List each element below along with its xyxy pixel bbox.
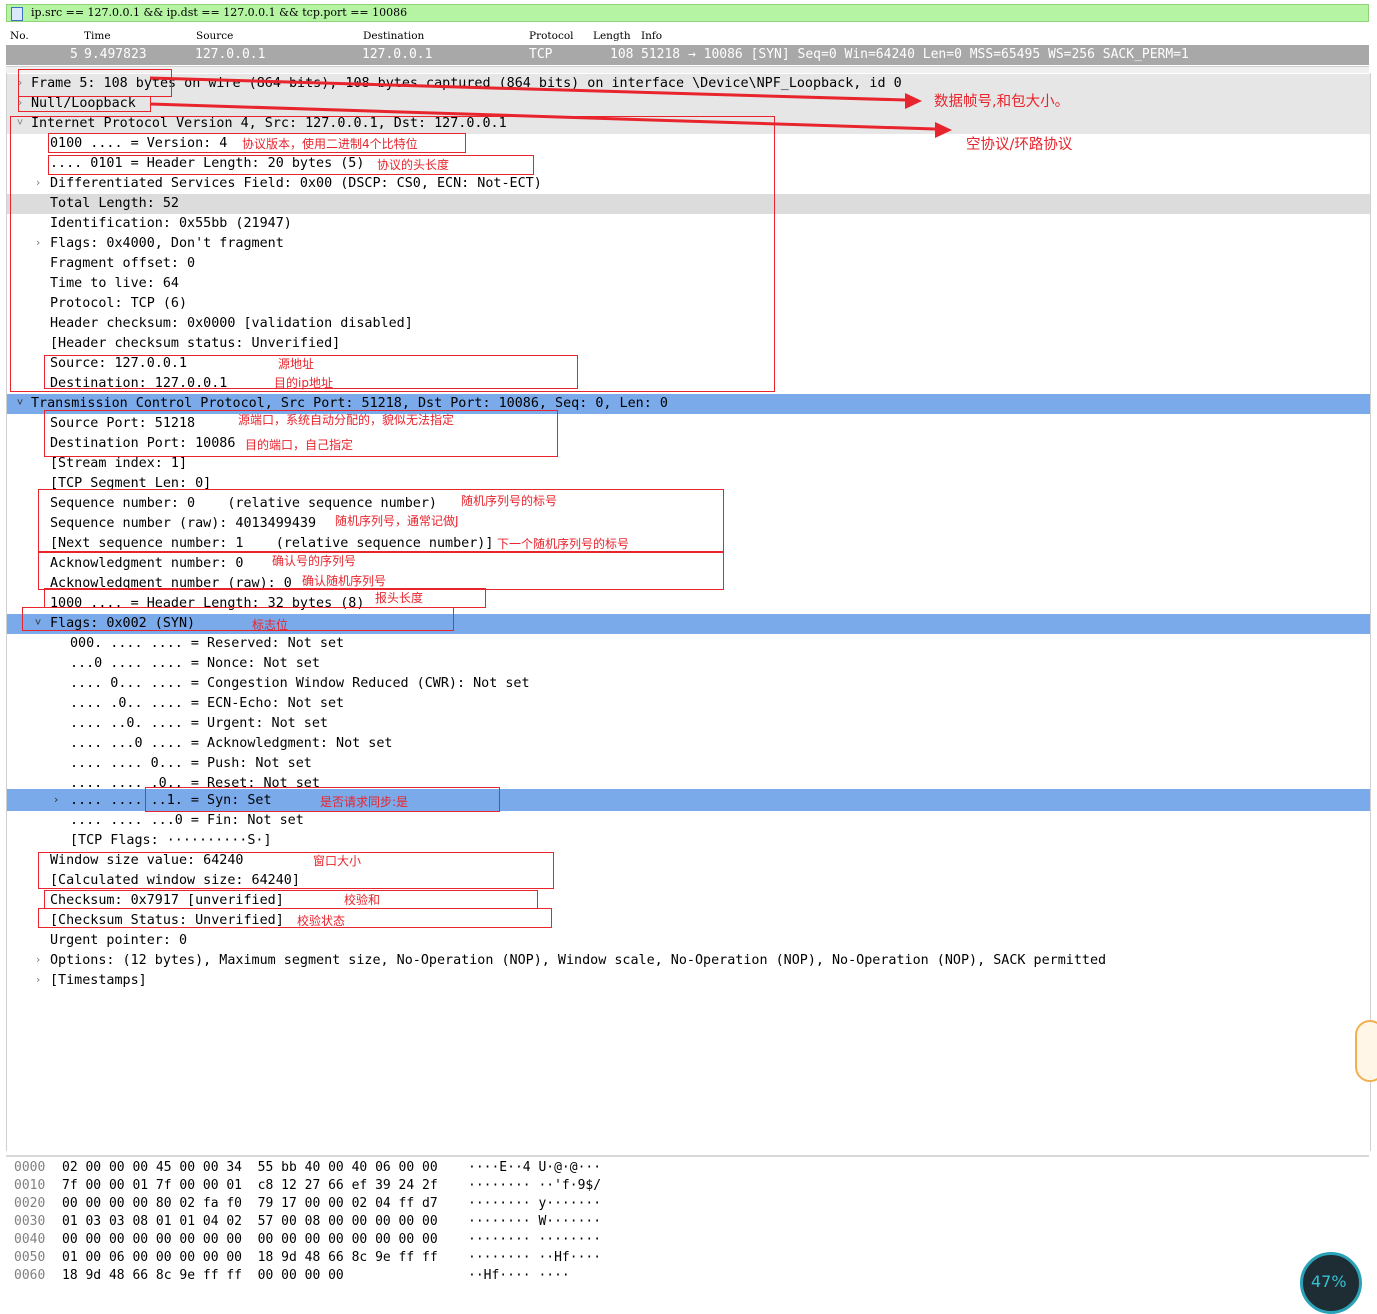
- note-dst: 目的ip地址: [274, 376, 333, 390]
- note-hdrlen: 报头长度: [375, 591, 424, 605]
- note-src: 源地址: [278, 357, 315, 371]
- note-null: 空协议/环路协议: [966, 137, 1073, 153]
- note-frame: 数据帧号,和包大小。: [934, 94, 1070, 110]
- note-cksum: 校验和: [344, 893, 381, 907]
- bytes-pane: 0000 02 00 00 00 45 00 00 34 55 bb 40 00 …: [6, 1155, 1369, 1294]
- note-flags: 标志位: [252, 618, 289, 632]
- note-ack: 确认号的序列号: [272, 554, 357, 568]
- note-win: 窗口大小: [313, 854, 362, 868]
- note-nextseq: 下一个随机序列号的标号: [497, 537, 630, 551]
- note-seqraw: 随机序列号，通常记做J: [335, 514, 459, 528]
- gauge-percent: 47%: [1311, 1272, 1347, 1291]
- note-srcport: 源端口，系统自动分配的，貌似无法指定: [238, 413, 455, 427]
- note-hlen: 协议的头长度: [377, 158, 450, 172]
- floating-widget[interactable]: [1355, 1020, 1377, 1082]
- note-ackraw: 确认随机序列号: [302, 574, 387, 588]
- note-version: 协议版本，使用二进制4个比特位: [242, 137, 418, 151]
- note-seq: 随机序列号的标号: [461, 494, 558, 508]
- arrow-frame: [149, 76, 906, 102]
- note-syn: 是否请求同步:是: [320, 795, 409, 809]
- arrow-head-null: [935, 122, 952, 138]
- note-dstport: 目的端口，自己指定: [245, 438, 354, 452]
- note-cksumstatus: 校验状态: [297, 914, 346, 928]
- arrow-head-frame: [905, 93, 922, 109]
- arrow-null: [149, 102, 936, 131]
- annotation-arrows: [149, 76, 952, 138]
